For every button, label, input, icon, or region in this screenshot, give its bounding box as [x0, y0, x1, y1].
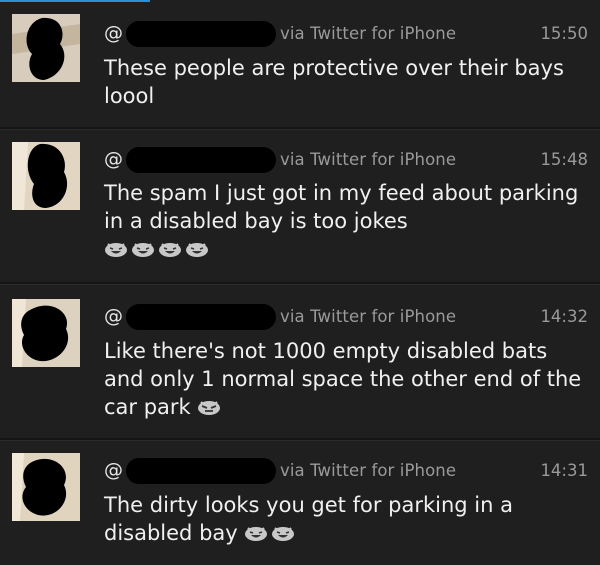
username-redaction	[126, 147, 276, 173]
tweet-time: 14:32	[540, 307, 588, 326]
tweet-meta: @ via Twitter for iPhone 14:32	[104, 304, 588, 330]
username-redaction	[126, 304, 276, 330]
tweet-text: These people are protective over their b…	[104, 54, 592, 110]
username-redaction	[126, 458, 276, 484]
laughing-face-icon	[272, 527, 295, 541]
tweet-text: Like there's not 1000 empty disabled bat…	[104, 337, 592, 421]
tweet-text-content: The spam I just got in my feed about par…	[104, 181, 579, 233]
avatar[interactable]	[12, 299, 80, 367]
unamused-face-icon	[198, 401, 221, 415]
tweet-time: 15:48	[540, 150, 588, 169]
handle-at: @	[104, 305, 123, 327]
avatar-redaction	[12, 453, 80, 521]
tweet-text-content: The dirty looks you get for parking in a…	[104, 493, 513, 545]
laughing-face-icon	[105, 243, 127, 257]
emoji-row	[104, 237, 212, 261]
tweet-text: The spam I just got in my feed about par…	[104, 179, 592, 263]
tweet-meta: @ via Twitter for iPhone 15:48	[104, 147, 588, 173]
avatar[interactable]	[12, 142, 80, 210]
tweet-source: via Twitter for iPhone	[280, 24, 457, 43]
tweet-source: via Twitter for iPhone	[280, 461, 457, 480]
tweet-item[interactable]: @ via Twitter for iPhone 14:32 Like ther…	[0, 285, 600, 438]
laughing-face-icon	[159, 243, 181, 257]
avatar-redaction	[12, 142, 80, 210]
tweet-source: via Twitter for iPhone	[280, 307, 457, 326]
tweet-meta: @ via Twitter for iPhone 14:31	[104, 458, 588, 484]
avatar-redaction	[12, 14, 80, 82]
handle-at: @	[104, 22, 123, 44]
tweet-item[interactable]: @ via Twitter for iPhone 14:31 The dirty…	[0, 441, 600, 565]
tweet-time: 15:50	[540, 24, 588, 43]
tweet-item[interactable]: @ via Twitter for iPhone 15:48 The spam …	[0, 130, 600, 282]
laughing-face-icon	[245, 527, 268, 541]
tweet-feed: @ via Twitter for iPhone 15:50 These peo…	[0, 0, 600, 565]
handle-at: @	[104, 148, 123, 170]
tweet-item[interactable]: @ via Twitter for iPhone 15:50 These peo…	[0, 0, 600, 128]
tweet-text: The dirty looks you get for parking in a…	[104, 491, 592, 547]
tweet-text-content: Like there's not 1000 empty disabled bat…	[104, 339, 582, 419]
avatar[interactable]	[12, 14, 80, 82]
tweet-text-content: These people are protective over their b…	[104, 56, 564, 108]
laughing-face-icon	[132, 243, 154, 257]
avatar-redaction	[12, 299, 80, 367]
username-redaction	[126, 21, 276, 47]
tweet-time: 14:31	[540, 461, 588, 480]
tweet-meta: @ via Twitter for iPhone 15:50	[104, 21, 588, 47]
tweet-source: via Twitter for iPhone	[280, 150, 457, 169]
avatar[interactable]	[12, 453, 80, 521]
handle-at: @	[104, 459, 123, 481]
laughing-face-icon	[186, 243, 208, 257]
